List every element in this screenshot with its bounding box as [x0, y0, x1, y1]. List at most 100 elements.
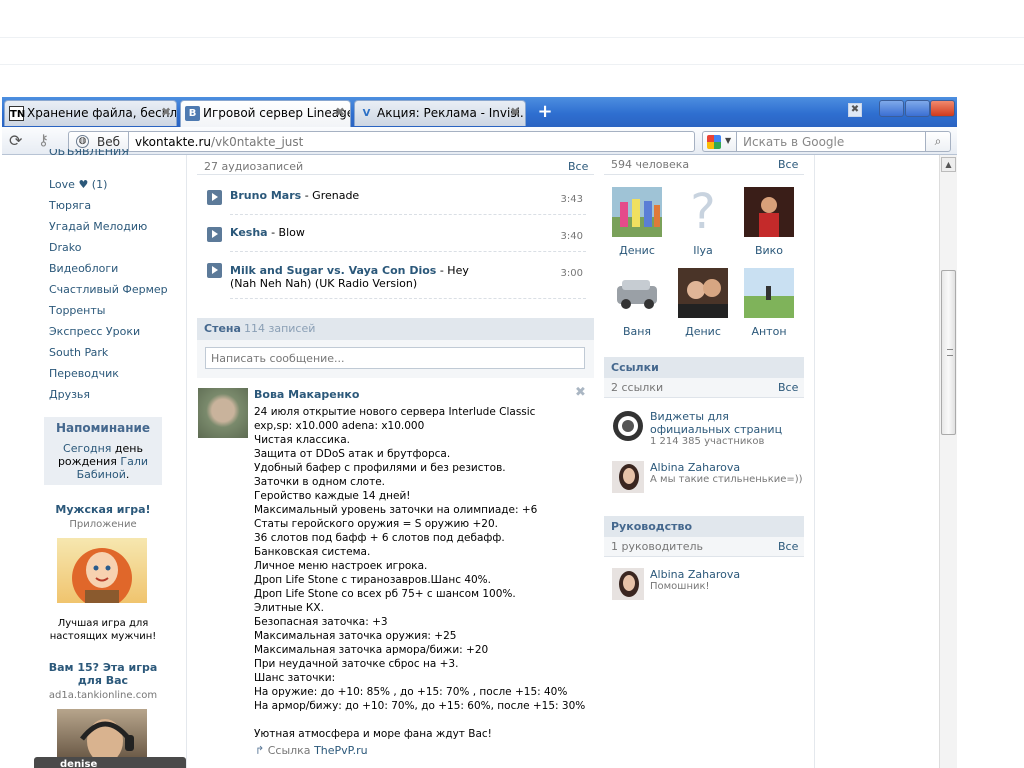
post-line: Личное меню настроек игрока.: [254, 560, 428, 572]
friend-item[interactable]: Денис: [670, 268, 736, 338]
friend-photo[interactable]: [612, 187, 662, 237]
menu-item-happy-farmer[interactable]: Счастливый Фермер: [49, 283, 168, 296]
post-link-url[interactable]: ThePvP.ru: [314, 744, 368, 757]
column-divider: [814, 155, 815, 768]
track-duration: 3:00: [560, 268, 583, 279]
widgets-avatar[interactable]: [612, 410, 644, 442]
menu-item-partial[interactable]: ОБЪЯВЛЕНИЯ: [49, 149, 129, 159]
track-name[interactable]: Kesha - Blow: [230, 226, 480, 239]
post-line: Защита от DDoS атак и брутфорса.: [254, 448, 451, 460]
play-icon[interactable]: [207, 263, 222, 278]
menu-item-drako[interactable]: Drako: [49, 241, 81, 254]
friends-all-link[interactable]: Все: [778, 158, 798, 171]
search-engine-selector[interactable]: ▼: [702, 131, 736, 152]
desktop-background-right: [957, 97, 1024, 768]
tab-label: Игровой сервер Lineage...: [203, 106, 351, 120]
friend-photo-placeholder[interactable]: ?: [678, 187, 728, 237]
friend-name[interactable]: Вико: [736, 244, 802, 257]
audio-all-link[interactable]: Все: [568, 160, 588, 173]
track-divider: [230, 214, 586, 215]
friend-name[interactable]: Денис: [670, 325, 736, 338]
browser-tab-3[interactable]: V Акция: Реклама - Invisi... ✖: [354, 100, 526, 126]
scroll-thumb[interactable]: [941, 270, 956, 435]
manager-name[interactable]: Albina Zaharova: [650, 568, 810, 581]
post-author[interactable]: Вова Макаренко: [254, 388, 359, 401]
reminder-today-link[interactable]: Сегодня: [63, 442, 111, 455]
friend-name[interactable]: Ilya: [670, 244, 736, 257]
url-bar[interactable]: vkontakte.ru/vk0ntakte_just: [128, 131, 695, 152]
links-title[interactable]: Ссылки: [604, 357, 804, 378]
post-line: Дроп Life Stone с тиранозавров.Шанс 40%.: [254, 574, 491, 586]
management-all-link[interactable]: Все: [778, 540, 798, 553]
menu-item-love[interactable]: Love ♥ (1): [49, 178, 107, 191]
menu-item-friends[interactable]: Друзья: [49, 388, 90, 401]
friend-photo[interactable]: [612, 268, 662, 318]
friend-name[interactable]: Ваня: [604, 325, 670, 338]
menu-item-videoblogs[interactable]: Видеоблоги: [49, 262, 118, 275]
track-name[interactable]: Bruno Mars - Grenade: [230, 189, 480, 202]
post-link[interactable]: ↱ Ссылка ThePvP.ru: [255, 744, 368, 757]
friend-photo[interactable]: [678, 268, 728, 318]
post-link-label: Ссылка: [267, 744, 311, 757]
avatar[interactable]: [612, 568, 644, 600]
menu-item-south-park[interactable]: South Park: [49, 346, 108, 359]
tab-list-close-icon[interactable]: ✖: [848, 103, 862, 117]
link-item-sub: 1 214 385 участников: [650, 436, 765, 447]
friend-name[interactable]: Денис: [604, 244, 670, 257]
avatar[interactable]: [612, 461, 644, 493]
page-scrollbar[interactable]: ▲: [939, 155, 957, 768]
friend-photo[interactable]: [744, 268, 794, 318]
link-item-title[interactable]: Виджеты для официальных страниц: [650, 410, 810, 436]
ad-image-cartoon-girl[interactable]: [57, 538, 147, 603]
friend-item[interactable]: Ваня: [604, 268, 670, 338]
menu-item-turyaga[interactable]: Тюряга: [49, 199, 91, 212]
manager-role: Помошник!: [650, 581, 710, 592]
wall-count: 114 записей: [244, 322, 316, 335]
scroll-up-arrow-icon[interactable]: ▲: [941, 157, 956, 172]
reminder-dot: .: [125, 468, 130, 481]
track-name[interactable]: Milk and Sugar vs. Vaya Con Dios - Hey (…: [230, 264, 480, 290]
ad-title[interactable]: Вам 15? Эта игра для Вас: [44, 661, 162, 687]
search-input[interactable]: Искать в Google: [736, 131, 926, 152]
friends-count: 594 человека: [611, 158, 690, 171]
tab-close-icon[interactable]: ✖: [335, 105, 345, 119]
friend-item[interactable]: ? Ilya: [670, 187, 736, 257]
new-tab-plus-icon[interactable]: +: [536, 103, 554, 121]
key-icon[interactable]: ⚷: [38, 131, 49, 151]
tab-close-icon[interactable]: ✖: [510, 105, 520, 119]
menu-item-express-lessons[interactable]: Экспресс Уроки: [49, 325, 140, 338]
avatar[interactable]: [198, 388, 248, 438]
links-all-link[interactable]: Все: [778, 381, 798, 394]
post-line: Максимальная заточка армора/бижи: +20: [254, 644, 489, 656]
post-line: [254, 713, 589, 727]
management-count: 1 руководитель: [611, 540, 704, 553]
maximize-button[interactable]: [905, 100, 930, 117]
management-title[interactable]: Руководство: [604, 516, 804, 537]
menu-item-torrents[interactable]: Торренты: [49, 304, 105, 317]
friend-item[interactable]: Денис: [604, 187, 670, 257]
track-artist: Kesha: [230, 226, 268, 239]
friend-photo[interactable]: [744, 187, 794, 237]
friend-item[interactable]: Антон: [736, 268, 802, 338]
ad-title[interactable]: Мужская игра!: [44, 503, 162, 516]
link-item-text: Albina Zaharova А мы такие стильненькие=…: [650, 461, 810, 486]
taskbar-tooltip: denise: [34, 757, 186, 768]
wall-message-input[interactable]: Написать сообщение...: [205, 347, 585, 369]
friend-name[interactable]: Антон: [736, 325, 802, 338]
menu-item-translator[interactable]: Переводчик: [49, 367, 119, 380]
browser-tab-2[interactable]: B Игровой сервер Lineage... ✖: [180, 100, 351, 127]
magnifier-icon[interactable]: ⌕: [925, 131, 951, 152]
delete-post-icon[interactable]: ✖: [575, 385, 586, 400]
reload-icon[interactable]: ⟳: [9, 131, 22, 151]
play-icon[interactable]: [207, 227, 222, 242]
close-window-button[interactable]: [930, 100, 955, 117]
wall-title[interactable]: Стена: [204, 322, 241, 335]
minimize-button[interactable]: [879, 100, 904, 117]
browser-tab-1[interactable]: TN Хранение файла, беспл... ✖: [4, 100, 177, 126]
play-icon[interactable]: [207, 190, 222, 205]
post-line: Безопасная заточка: +3: [254, 616, 388, 628]
friend-item[interactable]: Вико: [736, 187, 802, 257]
tab-close-icon[interactable]: ✖: [161, 105, 171, 119]
menu-item-guess-melody[interactable]: Угадай Мелодию: [49, 220, 147, 233]
link-item-title[interactable]: Albina Zaharova: [650, 461, 810, 474]
